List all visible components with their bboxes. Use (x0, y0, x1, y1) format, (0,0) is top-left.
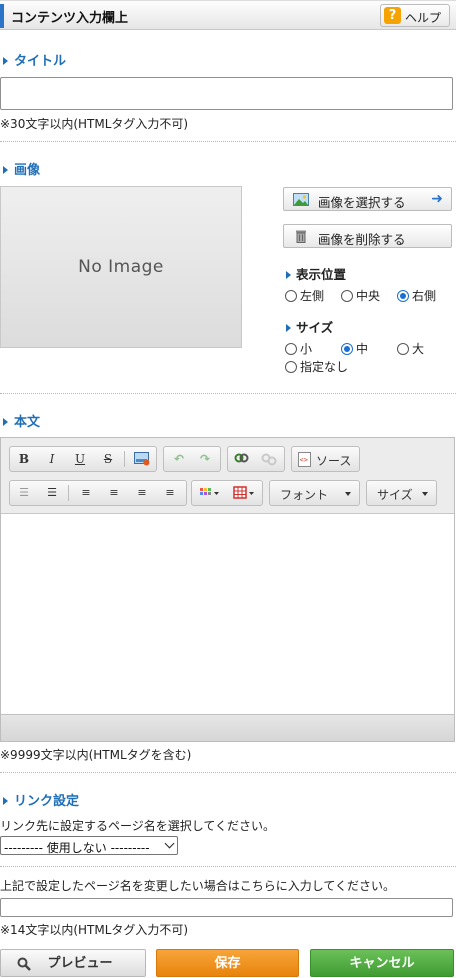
rename-input[interactable] (0, 898, 453, 917)
source-button[interactable]: <> ソース (291, 446, 360, 472)
divider (0, 866, 456, 867)
triangle-icon (3, 797, 8, 805)
panel-header: コンテンツ入力欄上 ? ヘルプ (0, 0, 456, 30)
align-left-icon[interactable]: ≡ (76, 484, 96, 502)
toolbar-separator (124, 451, 125, 467)
help-label: ヘルプ (405, 11, 442, 25)
chevron-down-icon (164, 838, 175, 849)
align-right-icon[interactable]: ≡ (132, 484, 152, 502)
link-icon[interactable] (232, 450, 252, 468)
size-select[interactable]: サイズ (366, 480, 437, 506)
trash-icon (296, 230, 306, 243)
format-group: B I U S (9, 446, 157, 472)
search-icon (17, 957, 31, 971)
image-preview: No Image (0, 186, 242, 348)
link-heading: リンク設定 (0, 790, 79, 809)
radio-size-small[interactable]: 小 (285, 340, 312, 357)
history-group: ↶ ↷ (163, 446, 221, 472)
title-note: ※30文字以内(HTMLタグ入力不可) (0, 117, 189, 131)
source-icon: <> (298, 452, 311, 467)
color-table-group (191, 480, 263, 506)
cancel-button[interactable]: キャンセル (310, 949, 454, 977)
link-group (227, 446, 285, 472)
align-center-icon[interactable]: ≡ (104, 484, 124, 502)
radio-position-left[interactable]: 左側 (285, 287, 324, 304)
strikethrough-button[interactable]: S (98, 450, 118, 468)
table-icon[interactable] (230, 484, 260, 502)
body-heading: 本文 (0, 411, 40, 430)
no-image-text: No Image (78, 257, 164, 277)
text-color-icon[interactable] (196, 484, 224, 502)
link-page-select[interactable]: --------- 使用しない --------- (0, 836, 178, 855)
italic-button[interactable]: I (42, 450, 62, 468)
link-instruction: リンク先に設定するページ名を選択してください。 (0, 819, 276, 833)
editor-toolbar: B I U S ↶ ↷ <> ソース ☰ ☰ ≡ ≡ ≡ ≡ フォント サイズ (1, 438, 454, 514)
radio-size-medium[interactable]: 中 (341, 340, 368, 357)
help-button[interactable]: ? ヘルプ (380, 4, 450, 27)
size-heading: サイズ (286, 317, 333, 336)
rich-text-editor: B I U S ↶ ↷ <> ソース ☰ ☰ ≡ ≡ ≡ ≡ フォント サイズ (0, 437, 455, 742)
font-select[interactable]: フォント (269, 480, 360, 506)
editor-status-bar (1, 714, 454, 741)
rename-instruction: 上記で設定したページ名を変更したい場合はこちらに入力してください。 (0, 879, 396, 893)
picture-icon (293, 193, 309, 206)
bold-button[interactable]: B (14, 450, 34, 468)
preview-button[interactable]: プレビュー (0, 949, 146, 977)
header-accent-bar (0, 4, 4, 28)
radio-size-none[interactable]: 指定なし (285, 358, 348, 375)
dropdown-arrow-icon (422, 492, 428, 496)
triangle-icon (3, 166, 8, 174)
arrow-right-icon: ➜ (431, 191, 443, 207)
triangle-icon (286, 271, 291, 279)
save-button[interactable]: 保存 (156, 949, 299, 977)
divider (0, 393, 456, 394)
editor-content-area[interactable] (1, 515, 454, 714)
indent-icon[interactable]: ☰ (42, 484, 62, 502)
select-image-button[interactable]: 画像を選択する ➜ (283, 187, 452, 211)
outdent-icon[interactable]: ☰ (14, 484, 34, 502)
svg-text:<>: <> (300, 456, 308, 464)
triangle-icon (3, 57, 8, 65)
insert-image-button[interactable] (132, 450, 152, 468)
image-heading: 画像 (0, 159, 40, 178)
divider (0, 772, 456, 773)
image-insert-icon (134, 452, 150, 466)
title-input[interactable] (0, 77, 453, 110)
unlink-icon[interactable] (259, 450, 279, 468)
triangle-icon (286, 324, 291, 332)
panel-title: コンテンツ入力欄上 (11, 11, 129, 26)
body-note: ※9999文字以内(HTMLタグを含む) (0, 748, 192, 762)
position-heading: 表示位置 (286, 264, 346, 283)
toolbar-separator (68, 485, 69, 501)
align-justify-icon[interactable]: ≡ (160, 484, 180, 502)
divider (0, 141, 456, 142)
paragraph-group: ☰ ☰ ≡ ≡ ≡ ≡ (9, 480, 187, 506)
redo-icon[interactable]: ↷ (195, 450, 215, 468)
radio-position-center[interactable]: 中央 (341, 287, 380, 304)
dropdown-arrow-icon (345, 492, 351, 496)
rename-note: ※14文字以内(HTMLタグ入力不可) (0, 923, 189, 937)
help-icon: ? (384, 7, 401, 24)
radio-size-large[interactable]: 大 (397, 340, 424, 357)
title-heading: タイトル (0, 50, 66, 69)
radio-position-right[interactable]: 右側 (397, 287, 436, 304)
triangle-icon (3, 418, 8, 426)
undo-icon[interactable]: ↶ (169, 450, 189, 468)
underline-button[interactable]: U (70, 450, 90, 468)
delete-image-button[interactable]: 画像を削除する (283, 224, 452, 248)
